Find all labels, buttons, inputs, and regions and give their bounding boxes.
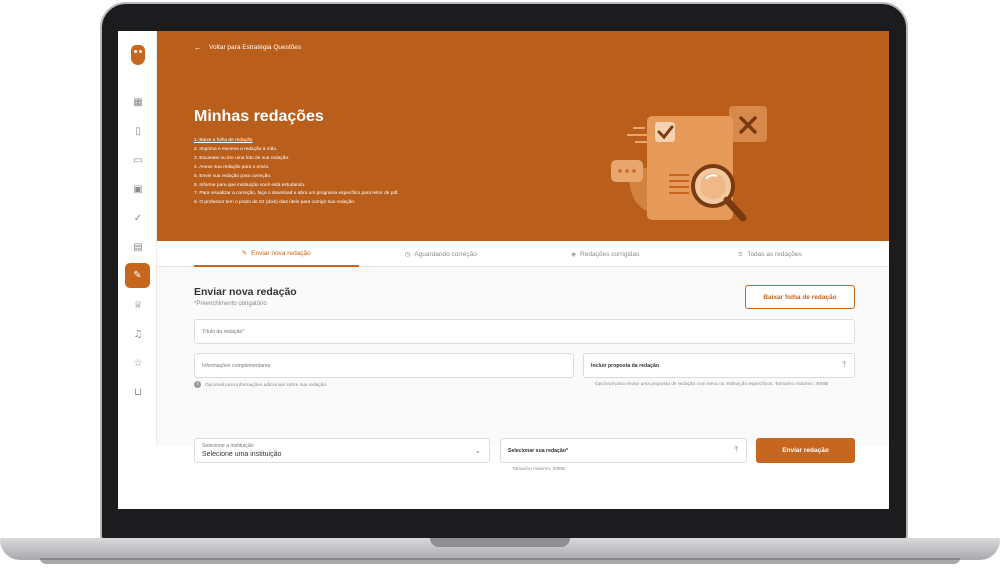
info-icon: i <box>194 381 201 388</box>
chevron-down-icon: ⌄ <box>474 446 481 455</box>
tab-label: Todas as redações <box>747 250 802 258</box>
additional-info-hint: i Opcional para informações adicionais so… <box>194 381 574 390</box>
essay-title-field[interactable]: Título da redação* <box>194 319 855 344</box>
sidebar: ▦ ▯ ▭ ▣ ✓ ▤ ✎ ♕ ♫ ☆ ⊔ <box>118 31 157 446</box>
back-link[interactable]: ← Voltar para Estratégia Questões <box>194 43 301 52</box>
arrow-left-icon: ← <box>194 43 202 52</box>
institution-select-value: Selecione uma instituição <box>202 451 282 458</box>
institution-select[interactable]: Selecione a instituição Selecione uma in… <box>194 438 490 463</box>
laptop-frame: ▦ ▯ ▭ ▣ ✓ ▤ ✎ ♕ ♫ ☆ ⊔ ← Voltar para Estr… <box>0 0 1000 568</box>
proposal-upload-field[interactable]: Incluir proposta da redação ⤒ <box>583 353 855 378</box>
laptop-notch <box>430 538 570 547</box>
instruction-step: 4. Anexe sua redação para o envio. <box>194 164 270 170</box>
monitor-icon[interactable]: ▣ <box>130 181 146 197</box>
upload-icon: ⤒ <box>842 360 846 369</box>
instruction-step: 6. O professor tem o prazo de 02 (dois) … <box>194 200 356 206</box>
proposal-upload-label: Incluir proposta da redação <box>591 363 660 369</box>
dashboard-icon[interactable]: ▦ <box>130 94 146 110</box>
owl-logo[interactable] <box>131 45 145 65</box>
instruction-step: 2. Imprima e escreva a redação à mão. <box>194 146 278 152</box>
book-icon[interactable]: ▯ <box>130 123 146 139</box>
essay-icon[interactable]: ✎ <box>125 263 150 288</box>
clock-icon: ◷ <box>404 250 411 258</box>
tab-todas-as-redacoes[interactable]: ≡ Todas as redações <box>688 241 853 267</box>
document-check-icon[interactable]: ▤ <box>130 239 146 255</box>
tab-label: Enviar nova redação <box>251 249 311 257</box>
instruction-step: 7. Para visualizar a correção, faça o do… <box>194 191 399 197</box>
tablet-icon[interactable]: ▭ <box>130 152 146 168</box>
pencil-icon: ✎ <box>241 249 248 257</box>
essay-upload-field[interactable]: Selecionar sua redação* ⤒ <box>500 438 747 463</box>
download-sheet-button[interactable]: Baixar folha de redação <box>745 285 855 309</box>
tab-enviar-nova-redacao[interactable]: ✎ Enviar nova redação <box>194 241 359 267</box>
additional-info-field[interactable]: Informações complementares <box>194 353 574 378</box>
app-screen: ▦ ▯ ▭ ▣ ✓ ▤ ✎ ♕ ♫ ☆ ⊔ ← Voltar para Estr… <box>118 31 889 509</box>
document-search-illustration <box>611 106 767 222</box>
music-icon[interactable]: ♫ <box>130 326 146 342</box>
instruction-step: 3. Escaneie ou tire uma foto de sua reda… <box>194 155 290 161</box>
additional-info-label: Informações complementares <box>202 363 271 369</box>
submit-essay-button[interactable]: Enviar redação <box>756 438 855 463</box>
instruction-step: 6. Informe para que instituição você est… <box>194 182 306 188</box>
star-icon[interactable]: ☆ <box>130 355 146 371</box>
instructions-list: 1. Baixe a folha de redação 2. Imprima e… <box>194 137 399 208</box>
required-note: *Preenchimento obrigatório <box>194 301 267 307</box>
essay-upload-hint: Tamanho máximo: 30MB <box>512 467 566 472</box>
upload-icon: ⤒ <box>734 445 738 454</box>
instruction-step: 5. Envie sua redação para correção. <box>194 173 272 179</box>
list-icon: ≡ <box>737 250 744 258</box>
page-title: Minhas redações <box>194 108 324 125</box>
back-link-label: Voltar para Estratégia Questões <box>209 44 302 51</box>
hero-banner: ← Voltar para Estratégia Questões Minhas… <box>157 31 889 241</box>
instruction-step[interactable]: 1. Baixe a folha de redação <box>194 137 399 146</box>
additional-info-hint-text: Opcional para informações adicionais sob… <box>205 382 327 388</box>
trophy-icon[interactable]: ♕ <box>130 297 146 313</box>
tab-bar: ✎ Enviar nova redação ◷ Aguardando corre… <box>157 241 889 267</box>
essay-title-label: Título da redação* <box>202 329 245 335</box>
institution-select-label: Selecione a instituição <box>202 443 254 449</box>
essay-upload-label: Selecionar sua redação* <box>508 448 568 454</box>
tab-redacoes-corrigidas[interactable]: ◈ Redações corrigidas <box>523 241 688 267</box>
tab-label: Redações corrigidas <box>580 250 640 258</box>
proposal-hint: Opcional para enviar uma proposta de red… <box>595 382 828 387</box>
shield-icon: ◈ <box>571 250 577 258</box>
check-circle-icon[interactable]: ✓ <box>130 210 146 226</box>
tab-aguardando-correcao[interactable]: ◷ Aguardando correção <box>359 241 524 267</box>
cart-icon[interactable]: ⊔ <box>130 384 146 400</box>
laptop-shadow <box>40 558 960 564</box>
form-section: Enviar nova redação *Preenchimento obrig… <box>157 267 889 472</box>
tab-label: Aguardando correção <box>414 250 477 258</box>
form-title: Enviar nova redação <box>194 286 297 298</box>
